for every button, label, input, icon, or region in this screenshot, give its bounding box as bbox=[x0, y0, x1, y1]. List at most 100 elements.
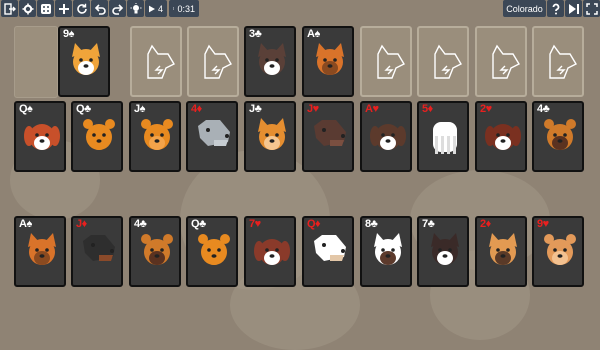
tableau-upper-card[interactable]: 2♥ bbox=[475, 101, 527, 172]
dog-face-icon bbox=[24, 124, 60, 150]
fullscreen-button[interactable] bbox=[583, 0, 600, 17]
dog-face-icon bbox=[316, 43, 344, 75]
dog-face-icon bbox=[544, 119, 576, 150]
dog-face-icon bbox=[374, 233, 402, 265]
tableau-upper-card[interactable]: Q♣ bbox=[71, 101, 123, 172]
tableau-upper-card[interactable]: J♥ bbox=[302, 101, 354, 172]
undo-button[interactable] bbox=[91, 0, 108, 17]
new-game-button[interactable] bbox=[55, 0, 72, 17]
foundation-card[interactable]: A♠ bbox=[302, 26, 354, 97]
card-rank-suit: 7♥ bbox=[249, 218, 261, 230]
card-rank-suit: Q♣ bbox=[76, 103, 91, 115]
card-rank-suit: 3♣ bbox=[249, 28, 262, 40]
card-rank-suit: A♠ bbox=[19, 218, 32, 230]
timer: 0:31 bbox=[169, 0, 199, 17]
moves-counter: 4 bbox=[145, 0, 167, 17]
tableau-lower-card[interactable]: Q♦ bbox=[302, 216, 354, 287]
empty-foundation-slot[interactable] bbox=[417, 26, 469, 97]
card-rank-suit: Q♠ bbox=[19, 103, 33, 115]
empty-foundation-slot[interactable] bbox=[130, 26, 182, 97]
dog-face-icon bbox=[431, 233, 459, 265]
tableau-upper-card[interactable]: Q♠ bbox=[14, 101, 66, 172]
dog-face-icon bbox=[314, 120, 346, 146]
dog-face-icon bbox=[198, 120, 230, 146]
dog-face-icon bbox=[258, 43, 286, 75]
dog-face-icon bbox=[141, 119, 173, 150]
foundation-card[interactable]: 9♠ bbox=[58, 26, 110, 97]
card-rank-suit: 9♠ bbox=[63, 28, 74, 40]
tableau-upper-card[interactable]: A♥ bbox=[360, 101, 412, 172]
tableau-upper-card[interactable]: 4♣ bbox=[532, 101, 584, 172]
empty-foundation-slot[interactable] bbox=[532, 26, 584, 97]
game-name[interactable]: Colorado bbox=[503, 0, 546, 17]
dog-face-icon bbox=[254, 239, 290, 265]
tableau-upper-card[interactable]: 4♦ bbox=[186, 101, 238, 172]
dice-button[interactable] bbox=[37, 0, 54, 17]
tableau-lower-card[interactable]: A♠ bbox=[14, 216, 66, 287]
fullscreen-icon bbox=[585, 2, 598, 15]
settings-button[interactable] bbox=[19, 0, 36, 17]
dog-face-icon bbox=[544, 234, 576, 265]
dog-face-icon bbox=[485, 124, 521, 150]
card-rank-suit: Q♣ bbox=[191, 218, 206, 230]
empty-foundation-slot[interactable] bbox=[187, 26, 239, 97]
empty-foundation-slot[interactable] bbox=[360, 26, 412, 97]
stock-pile[interactable] bbox=[14, 26, 58, 98]
undo-icon bbox=[94, 3, 106, 15]
dog-face-icon bbox=[28, 233, 56, 265]
dog-face-icon bbox=[141, 234, 173, 265]
dog-face-icon bbox=[83, 119, 115, 150]
moves-value: 4 bbox=[157, 3, 163, 14]
tableau-lower-card[interactable]: 4♣ bbox=[129, 216, 181, 287]
card-rank-suit: A♥ bbox=[365, 103, 379, 115]
dog-face-icon bbox=[83, 235, 115, 261]
dog-face-icon bbox=[433, 122, 457, 154]
card-rank-suit: 2♥ bbox=[480, 103, 492, 115]
card-rank-suit: J♣ bbox=[249, 103, 262, 115]
dog-face-icon bbox=[72, 43, 100, 75]
lightbulb-icon bbox=[130, 2, 141, 13]
empty-foundation-icon bbox=[147, 44, 175, 79]
foundation-card[interactable]: 3♣ bbox=[244, 26, 296, 97]
exit-icon bbox=[3, 2, 16, 15]
restart-icon bbox=[76, 3, 87, 14]
restart-button[interactable] bbox=[73, 0, 90, 17]
plus-icon bbox=[58, 3, 69, 14]
skip-forward-icon bbox=[568, 3, 579, 14]
tableau-upper-card[interactable]: J♣ bbox=[244, 101, 296, 172]
tableau-lower-card[interactable]: J♦ bbox=[71, 216, 123, 287]
tableau-lower-card[interactable]: 8♣ bbox=[360, 216, 412, 287]
tableau-upper-card[interactable]: J♠ bbox=[129, 101, 181, 172]
tableau-lower-card[interactable]: 2♦ bbox=[475, 216, 527, 287]
gear-icon bbox=[22, 3, 33, 14]
hourglass-icon bbox=[173, 7, 175, 10]
dice-icon bbox=[40, 3, 51, 14]
card-rank-suit: 5♦ bbox=[422, 103, 433, 115]
card-rank-suit: 7♣ bbox=[422, 218, 435, 230]
skip-button[interactable] bbox=[565, 0, 582, 17]
time-value: 0:31 bbox=[177, 3, 195, 14]
dog-face-icon bbox=[198, 234, 230, 265]
dog-face-icon bbox=[314, 235, 346, 261]
card-rank-suit: 9♥ bbox=[537, 218, 549, 230]
help-button[interactable] bbox=[547, 0, 564, 17]
card-rank-suit: 2♦ bbox=[480, 218, 491, 230]
card-rank-suit: J♥ bbox=[307, 103, 319, 115]
tableau-lower-card[interactable]: 7♣ bbox=[417, 216, 469, 287]
empty-foundation-icon bbox=[549, 44, 577, 79]
tableau-lower-card[interactable]: 9♥ bbox=[532, 216, 584, 287]
card-rank-suit: 8♣ bbox=[365, 218, 378, 230]
exit-button[interactable] bbox=[1, 0, 18, 17]
dog-face-icon bbox=[258, 118, 286, 150]
empty-foundation-icon bbox=[434, 44, 462, 79]
redo-button[interactable] bbox=[109, 0, 126, 17]
hint-button[interactable] bbox=[127, 0, 144, 17]
tableau-upper-card[interactable]: 5♦ bbox=[417, 101, 469, 172]
tableau-lower-card[interactable]: 7♥ bbox=[244, 216, 296, 287]
empty-foundation-slot[interactable] bbox=[475, 26, 527, 97]
empty-foundation-icon bbox=[492, 44, 520, 79]
card-rank-suit: A♠ bbox=[307, 28, 320, 40]
question-icon bbox=[552, 3, 559, 14]
toolbar: 4 0:31 Colorado bbox=[0, 0, 600, 18]
tableau-lower-card[interactable]: Q♣ bbox=[186, 216, 238, 287]
